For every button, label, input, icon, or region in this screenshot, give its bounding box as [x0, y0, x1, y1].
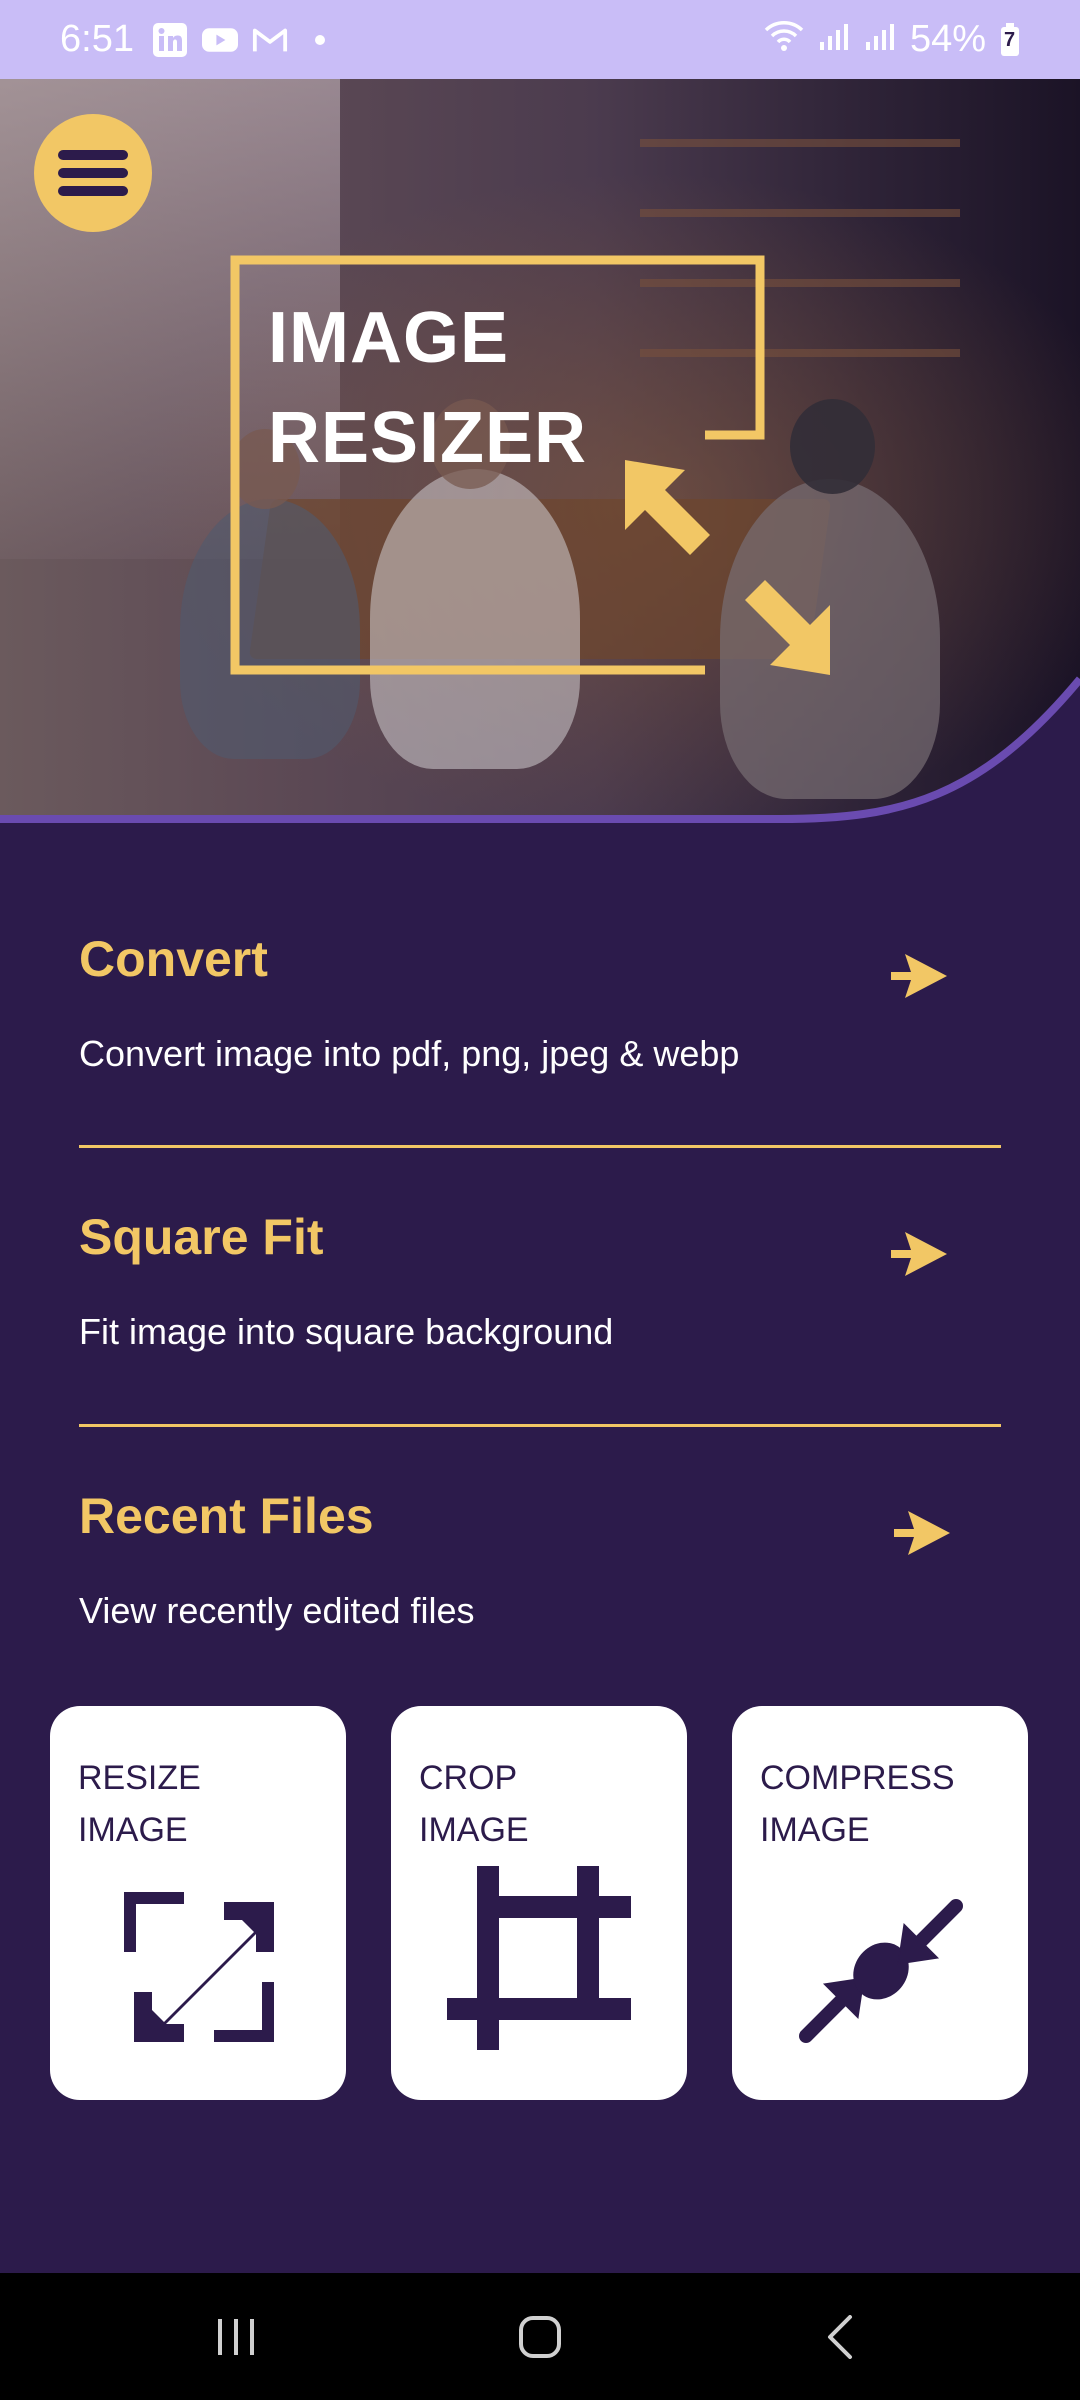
- battery-percent: 54%: [909, 18, 986, 60]
- recent-files-description: View recently edited files: [79, 1590, 475, 1631]
- hamburger-menu-button[interactable]: [34, 114, 152, 232]
- arrow-right-icon: [894, 1511, 950, 1555]
- linkedin-icon: [152, 22, 188, 58]
- dot-icon: [302, 22, 338, 58]
- youtube-icon: [201, 22, 238, 58]
- crop-icon: [447, 1866, 631, 2050]
- square-fit-description: Fit image into square background: [79, 1311, 614, 1352]
- recent-files-title: Recent Files: [79, 1488, 374, 1544]
- resize-image-label: RESIZE IMAGE: [78, 1759, 201, 1849]
- resize-image-card[interactable]: RESIZE IMAGE: [50, 1706, 346, 2100]
- recent-files-item[interactable]: Recent Files View recently edited files: [79, 1487, 1001, 1647]
- convert-item[interactable]: Convert Convert image into pdf, png, jpe…: [79, 930, 1001, 1090]
- hamburger-icon: [58, 150, 128, 196]
- divider: [79, 1145, 1001, 1148]
- status-time: 6:51: [60, 18, 134, 60]
- convert-title: Convert: [79, 931, 268, 987]
- signal-icon: [818, 19, 850, 61]
- arrow-right-icon: [891, 954, 947, 998]
- square-fit-title: Square Fit: [79, 1209, 324, 1265]
- home-button[interactable]: [440, 2273, 640, 2400]
- battery-charging-digit: 7: [1004, 28, 1016, 51]
- recent-apps-icon: [218, 2318, 254, 2355]
- logo-title-line2: RESIZER: [268, 398, 588, 478]
- signal-icon-2: [864, 19, 896, 61]
- crop-image-card[interactable]: CROP IMAGE: [391, 1706, 687, 2100]
- divider: [79, 1424, 1001, 1427]
- navigation-bar: [0, 2273, 1080, 2400]
- menu-list: Convert Convert image into pdf, png, jpe…: [79, 930, 1001, 1670]
- compress-image-card[interactable]: COMPRESS IMAGE: [732, 1706, 1028, 2100]
- gmail-icon: [252, 22, 288, 58]
- wifi-icon: [764, 19, 804, 61]
- compress-icon: [799, 1899, 963, 2043]
- convert-description: Convert image into pdf, png, jpeg & webp: [79, 1033, 740, 1074]
- compress-image-label: COMPRESS IMAGE: [760, 1759, 955, 1849]
- recent-apps-button[interactable]: [136, 2273, 336, 2400]
- status-bar: 6:51 54% 7: [0, 0, 1080, 79]
- logo-title-line1: IMAGE: [268, 298, 510, 378]
- expand-arrow-icon: [625, 460, 830, 675]
- crop-image-label: CROP IMAGE: [419, 1759, 529, 1849]
- square-fit-item[interactable]: Square Fit Fit image into square backgro…: [79, 1208, 1001, 1368]
- resize-icon: [124, 1892, 274, 2042]
- home-icon: [519, 2315, 561, 2358]
- back-icon: [828, 2314, 852, 2359]
- app-logo-title: IMAGE RESIZER: [268, 288, 587, 488]
- battery-icon: 7: [1000, 22, 1020, 57]
- back-button[interactable]: [740, 2273, 940, 2400]
- arrow-right-icon: [891, 1232, 947, 1276]
- hero-bottom-curve: [0, 676, 1080, 849]
